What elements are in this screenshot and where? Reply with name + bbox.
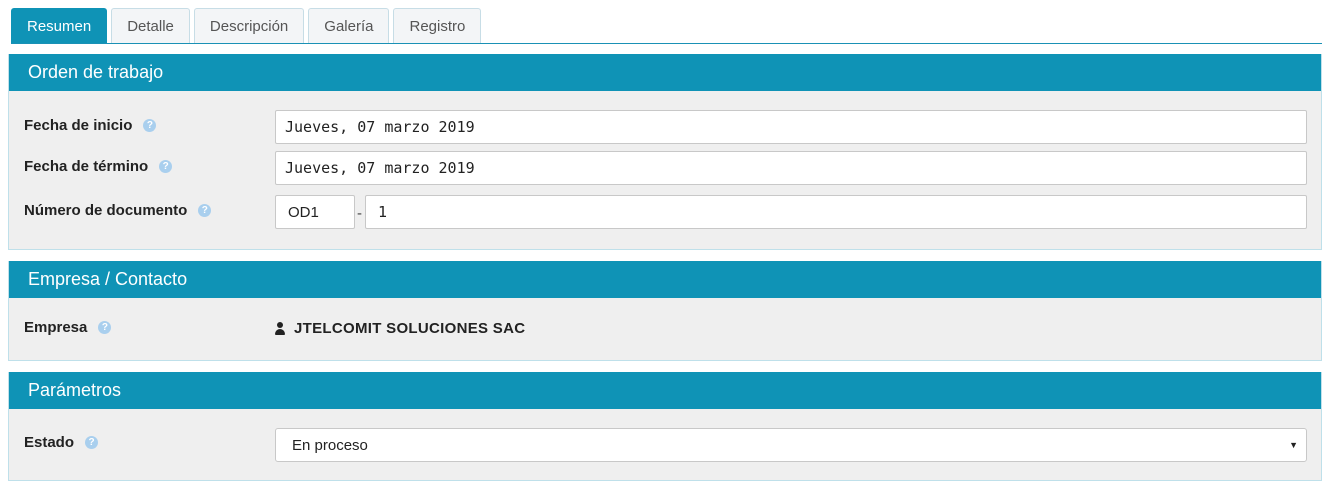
tab-underline (11, 43, 1322, 44)
caret-down-icon: ▼ (1289, 440, 1298, 450)
tab-registro[interactable]: Registro (393, 8, 482, 43)
empresa-value: JTELCOMIT SOLUCIONES SAC (274, 320, 525, 337)
fecha-inicio-field[interactable]: Jueves, 07 marzo 2019 (275, 110, 1307, 144)
help-icon[interactable]: ? (198, 204, 212, 217)
panel-empresa-contacto: Empresa / Contacto Empresa ? JTELCOMIT S… (8, 261, 1322, 361)
help-icon[interactable]: ? (98, 321, 112, 334)
document-separator: - (357, 205, 362, 222)
user-icon (274, 322, 286, 335)
tab-descripcion[interactable]: Descripción (193, 8, 305, 43)
fecha-termino-label: Fecha de término ? (24, 158, 173, 175)
tab-galeria[interactable]: Galería (308, 8, 390, 43)
panel-title: Empresa / Contacto (9, 261, 1321, 298)
empresa-label-text: Empresa (24, 319, 88, 336)
empresa-name: JTELCOMIT SOLUCIONES SAC (294, 320, 526, 337)
help-icon[interactable]: ? (159, 160, 173, 173)
help-icon[interactable]: ? (143, 119, 157, 132)
panel-parametros: Parámetros Estado ? En proceso ▼ (8, 372, 1322, 481)
panel-title: Parámetros (9, 372, 1321, 409)
panel-title: Orden de trabajo (9, 54, 1321, 91)
numero-documento-label: Número de documento ? (24, 202, 212, 219)
tab-bar: Resumen Detalle Descripción Galería Regi… (11, 8, 485, 44)
serie-field[interactable]: OD1 (275, 195, 355, 229)
tab-detalle[interactable]: Detalle (111, 8, 190, 43)
tab-resumen[interactable]: Resumen (11, 8, 108, 43)
estado-label-text: Estado (24, 434, 75, 451)
fecha-termino-field[interactable]: Jueves, 07 marzo 2019 (275, 151, 1307, 185)
estado-select[interactable]: En proceso ▼ (275, 428, 1307, 462)
help-icon[interactable]: ? (85, 436, 99, 449)
fecha-termino-label-text: Fecha de término (24, 158, 149, 175)
panel-orden-de-trabajo: Orden de trabajo Fecha de inicio ? Jueve… (8, 54, 1322, 250)
fecha-inicio-label-text: Fecha de inicio (24, 117, 133, 134)
fecha-inicio-label: Fecha de inicio ? (24, 117, 157, 134)
numero-field[interactable]: 1 (365, 195, 1307, 229)
estado-selected-value: En proceso (292, 436, 368, 454)
empresa-label: Empresa ? (24, 319, 112, 336)
numero-documento-label-text: Número de documento (24, 202, 188, 219)
estado-label: Estado ? (24, 434, 99, 451)
